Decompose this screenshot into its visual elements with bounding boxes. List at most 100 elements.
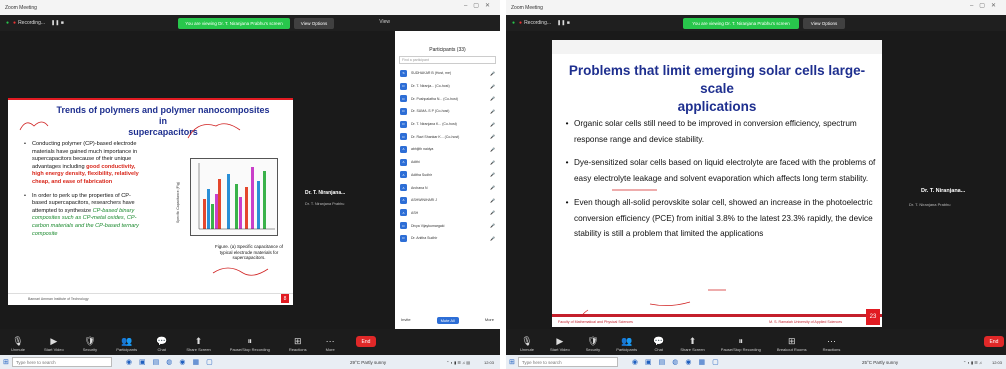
toolbar-reactions-button[interactable]: ⊞ Reactions — [289, 336, 307, 352]
invite-button[interactable]: Invite — [401, 317, 411, 324]
mic-muted-icon[interactable]: 🎤 — [490, 109, 495, 114]
toolbar-reactions-button[interactable]: ⋯ Reactions — [823, 336, 841, 352]
system-tray[interactable]: ⌃ ◐ ▮ ☰ ♫ — [963, 360, 982, 365]
mic-muted-icon[interactable]: 🎤 — [490, 71, 495, 76]
files-icon[interactable]: ▤ — [153, 358, 160, 366]
mic-muted-icon[interactable]: 🎤 — [490, 147, 495, 152]
chrome-icon[interactable]: ◉ — [126, 358, 132, 366]
toolbar-chat-button[interactable]: 💬 Chat — [156, 336, 167, 352]
edge-icon[interactable]: ◍ — [672, 358, 678, 366]
toolbar-unmute-button[interactable]: 🎙 Unmute — [520, 336, 534, 352]
window-controls[interactable]: –▢✕ — [970, 2, 1002, 9]
more-button[interactable]: More — [485, 317, 494, 324]
participant-row[interactable]: S SUDHAKAR B (Host, me) 🎤 — [395, 67, 500, 80]
toolbar-pause-stop-recording-button[interactable]: ⏸ Pause/Stop Recording — [721, 336, 761, 352]
toolbar-participants-button[interactable]: 👥 Participants — [616, 336, 637, 352]
taskbar-apps[interactable]: ◉ ▣ ▤ ◍ ◉ ▦ ▢ — [632, 358, 719, 366]
toolbar-label: Security — [82, 347, 98, 352]
recording-label: Recording... — [524, 20, 552, 26]
participant-row[interactable]: A ASH 🎤 — [395, 207, 500, 220]
participant-row[interactable]: A Aditha Sudhir 🎤 — [395, 169, 500, 182]
toolbar-icon: 👥 — [621, 336, 633, 346]
recording-controls[interactable]: ❚❚ ■ — [557, 20, 570, 26]
mic-muted-icon[interactable]: 🎤 — [490, 198, 495, 203]
participant-row[interactable]: D Dr. SUMA .S P (Co-host) 🎤 — [395, 105, 500, 118]
weather-widget[interactable]: 29°C Partly sunny — [350, 360, 386, 365]
mic-muted-icon[interactable]: 🎤 — [490, 185, 495, 190]
word-icon[interactable]: ▦ — [192, 358, 199, 366]
mic-muted-icon[interactable]: 🎤 — [490, 122, 495, 127]
toolbar-start-video-button[interactable]: ▶ Start Video — [44, 336, 64, 352]
shield-icon: ● — [6, 20, 10, 26]
taskbar-search[interactable]: Type here to search — [517, 357, 618, 367]
toolbar-security-button[interactable]: 🛡 Security — [83, 336, 97, 352]
mic-muted-icon[interactable]: 🎤 — [490, 160, 495, 165]
participant-search[interactable]: Find a participant — [399, 56, 496, 64]
word-icon[interactable]: ▦ — [698, 358, 705, 366]
participant-row[interactable]: Aabhijith naidya 🎤 — [395, 143, 500, 156]
edge-icon[interactable]: ◍ — [166, 358, 172, 366]
toolbar-pause-stop-recording-button[interactable]: ⏸ Pause/Stop Recording — [230, 336, 270, 352]
mic-muted-icon[interactable]: 🎤 — [490, 223, 495, 228]
clock[interactable]: 12:03 — [484, 360, 494, 365]
participant-row[interactable]: D Dr. Anitha Sudhir 🎤 — [395, 232, 500, 245]
window-controls[interactable]: –▢✕ — [464, 2, 496, 9]
participant-name: Adithi — [411, 160, 420, 165]
mic-muted-icon[interactable]: 🎤 — [490, 236, 495, 241]
toolbar-icon: ⏸ — [247, 336, 253, 346]
participant-row[interactable]: D Dr. Pushpalatha N... (Co-host) 🎤 — [395, 92, 500, 105]
windows-start-icon[interactable]: ⊞ — [3, 358, 9, 366]
weather-widget[interactable]: 25°C Partly sunny — [862, 360, 898, 365]
toolbar-start-video-button[interactable]: ▶ Start Video — [550, 336, 570, 352]
toolbar-label: Pause/Stop Recording — [229, 347, 270, 352]
taskview-icon[interactable]: ▣ — [645, 358, 652, 366]
files-icon[interactable]: ▤ — [659, 358, 666, 366]
end-button[interactable]: End — [984, 336, 1004, 347]
participant-name: Divya Vijaykumargaki — [411, 223, 445, 228]
toolbar-more-button[interactable]: ⋯ More — [326, 336, 335, 352]
toolbar-share-screen-button[interactable]: ⬆ Share Screen — [680, 336, 704, 352]
mute-all-button[interactable]: Mute All — [436, 317, 459, 324]
taskbar-apps[interactable]: ◉ ▣ ▤ ◍ ◉ ▦ ▢ — [126, 358, 213, 366]
toolbar-chat-button[interactable]: 💬 Chat — [653, 336, 664, 352]
meeting-status-bar: ● ● Recording... ❚❚ ■ You are viewing Dr… — [0, 15, 500, 31]
view-options-button[interactable]: View Options — [803, 18, 845, 29]
chrome-icon[interactable]: ◉ — [632, 358, 638, 366]
toolbar-label: Reactions — [822, 347, 841, 352]
speaker-tile[interactable]: Dr. T. Niranjana... Dr. T. Niranjana Pra… — [906, 188, 1004, 207]
footer-left: Faculty of Mathematical and Physical Sci… — [558, 320, 633, 324]
taskview-icon[interactable]: ▣ — [139, 358, 146, 366]
mic-muted-icon[interactable]: 🎤 — [490, 96, 495, 101]
recording-controls[interactable]: ❚❚ ■ — [51, 20, 64, 26]
toolbar-breakout-rooms-button[interactable]: ⊞ Breakout Rooms — [777, 336, 807, 352]
clock[interactable]: 12:03 — [992, 360, 1002, 365]
participant-row[interactable]: A Adithi 🎤 — [395, 156, 500, 169]
toolbar-share-screen-button[interactable]: ⬆ Share Screen — [186, 336, 210, 352]
mic-muted-icon[interactable]: 🎤 — [490, 210, 495, 215]
toolbar-unmute-button[interactable]: 🎙 Unmute — [11, 336, 25, 352]
mic-muted-icon[interactable]: 🎤 — [490, 172, 495, 177]
toolbar-icon: 💬 — [653, 336, 665, 346]
mic-muted-icon[interactable]: 🎤 — [490, 84, 495, 89]
zoom-icon[interactable]: ▢ — [206, 358, 213, 366]
speaker-subtitle: Dr. T. Niranjana Prabhu — [909, 202, 951, 207]
participant-row[interactable]: A ASHWINIHARI J 🎤 — [395, 194, 500, 207]
view-button[interactable]: View — [379, 19, 390, 25]
windows-start-icon[interactable]: ⊞ — [509, 358, 515, 366]
view-options-button[interactable]: View Options — [294, 18, 334, 29]
system-tray[interactable]: ⌃ ◐ ▮ ☰ ♫ ▤ — [446, 360, 470, 365]
end-button[interactable]: End — [356, 336, 376, 347]
chrome-icon-2[interactable]: ◉ — [179, 358, 185, 366]
chrome-icon-2[interactable]: ◉ — [685, 358, 691, 366]
mic-muted-icon[interactable]: 🎤 — [490, 134, 495, 139]
participant-row[interactable]: D Dr. T. Niranjana K... (Co-host) 🎤 — [395, 118, 500, 131]
speaker-tile[interactable]: Dr. T. Niranjana... Dr. T. Niranjana Pra… — [305, 190, 385, 206]
toolbar-security-button[interactable]: 🛡 Security — [586, 336, 600, 352]
toolbar-participants-button[interactable]: 👥 Participants — [116, 336, 137, 352]
taskbar-search[interactable]: Type here to search — [11, 357, 112, 367]
participant-row[interactable]: D Divya Vijaykumargaki 🎤 — [395, 219, 500, 232]
zoom-icon[interactable]: ▢ — [712, 358, 719, 366]
participant-row[interactable]: D Dr. T. Niranja... (Co-host) 🎤 — [395, 80, 500, 93]
participant-row[interactable]: A Archana N 🎤 — [395, 181, 500, 194]
participant-row[interactable]: D Dr. Ravi Shankar K... (Co-host) 🎤 — [395, 130, 500, 143]
